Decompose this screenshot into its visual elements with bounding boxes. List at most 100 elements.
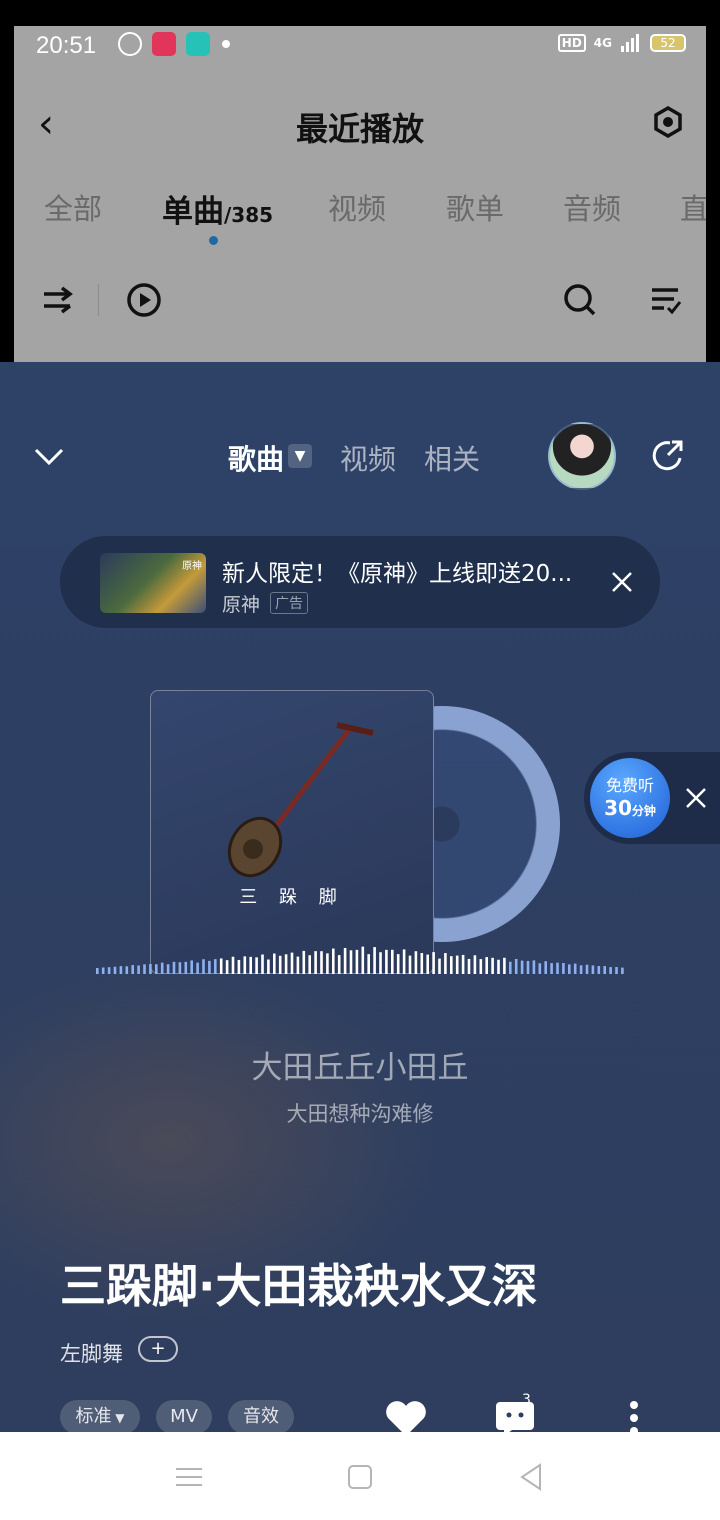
settings-icon[interactable] [652,106,684,138]
close-icon[interactable] [684,786,708,810]
lyric-current-line[interactable]: 大田丘丘小田丘 [0,1042,720,1087]
status-time: 20:51 [36,32,97,59]
battery-indicator: 52 [650,34,686,52]
caret-down-icon[interactable]: ▼ [288,444,312,468]
network-label: 4G [593,36,612,50]
waveform-bar [184,961,188,974]
waveform-bar [178,962,182,974]
waveform-bar [149,964,152,974]
mv-chip[interactable]: MV [156,1400,212,1432]
waveform-bar [96,968,99,974]
waveform-bar [314,951,317,974]
ad-title: 新人限定！《原神》上线即送20... [222,561,573,587]
waveform-bar [485,957,488,974]
page-title: 最近播放 [295,110,424,148]
more-options-icon[interactable] [628,1400,640,1432]
waveform-bar [361,946,365,974]
waveform-bar [131,965,134,974]
lyric-next-line[interactable]: 大田想种沟难修 [0,1098,720,1128]
waveform-bar [278,955,282,974]
heart-icon[interactable] [384,1398,428,1432]
free-listen-minutes: 30 [604,796,632,820]
waveform-bar [514,958,518,974]
waveform-bar [585,964,589,974]
waveform-bar [455,955,459,974]
ad-thumbnail: 原神 [100,553,206,613]
chevron-down-icon[interactable] [32,440,66,474]
waveform-bar [367,954,370,974]
player-sheet: 歌曲 ▼ 视频 相关 原神 新人限定！《原神》上线即送20... 原神 广告 三… [0,362,720,1432]
waveform-bar [155,964,158,974]
ad-banner[interactable]: 原神 新人限定！《原神》上线即送20... 原神 广告 [60,536,660,628]
waveform-bar [621,967,624,974]
waveform-bar [332,948,335,974]
waveform-bar [408,955,412,974]
waveform-bar [520,960,524,974]
waveform-bar [568,964,571,974]
sanxian-instrument-icon [227,722,374,878]
toolbar-divider [98,284,99,316]
waveform-bar [137,965,140,974]
menu-icon[interactable] [174,1462,204,1492]
waveform-bar [231,956,235,974]
tab-audio[interactable]: 音频 [563,186,621,228]
share-icon[interactable] [650,438,686,474]
waveform-bar [379,952,382,974]
waveform-bar [538,963,542,974]
waveform-bar [562,962,565,974]
waveform-bar [355,949,359,974]
recent-toolbar [14,282,706,332]
player-tab-related[interactable]: 相关 [424,438,480,478]
close-icon[interactable] [610,570,634,594]
waveform-bar [420,953,424,974]
waveform-bar [491,957,494,974]
k-app-icon [118,32,142,56]
waveform-bar [461,954,465,974]
waveform-bar [615,967,618,974]
waveform-bar [290,952,294,974]
waveform-bar [391,949,394,974]
waveform-bar [320,951,323,974]
free-listen-promo[interactable]: 免费听 30分钟 [584,752,720,844]
home-icon[interactable] [345,1462,375,1492]
waveform-bar [337,955,341,974]
ad-label: 广告 [270,592,308,614]
waveform-bar [202,959,205,974]
waveform-bar [296,956,300,974]
caret-down-icon: ▼ [111,1411,125,1425]
shuffle-icon[interactable] [40,282,76,318]
tab-playlist[interactable]: 歌单 [446,186,504,228]
recent-plays-page: 20:51 HD 4G 52 ‹ 最近播放 全部 单曲/385 视频 歌单 音频… [14,26,706,362]
tab-singles[interactable]: 单曲/385 [162,186,273,231]
waveform-bar [497,959,500,974]
waveform-bar [284,954,288,974]
tab-video[interactable]: 视频 [328,186,386,228]
waveform-bar [219,958,223,974]
avatar[interactable] [548,422,616,490]
album-title: 三 跺 脚 [239,887,345,908]
signal-icon [621,34,639,52]
free-listen-duration: 30分钟 [590,796,670,820]
play-all-icon[interactable] [126,282,162,318]
player-tab-video[interactable]: 视频 [340,438,396,478]
sound-effect-chip[interactable]: 音效 [228,1400,294,1432]
waveform-bar [326,953,329,974]
follow-artist-button[interactable]: + [138,1336,178,1362]
quality-chip[interactable]: 标准 ▼ [60,1400,140,1432]
artist-name[interactable]: 左脚舞 [60,1338,123,1368]
manage-list-icon[interactable] [648,282,684,318]
player-tab-song[interactable]: 歌曲 [228,438,284,478]
waveform-bar [113,966,117,974]
tab-live[interactable]: 直 [680,186,706,228]
free-listen-badge[interactable]: 免费听 30分钟 [590,758,670,838]
back-triangle-icon[interactable] [516,1462,546,1492]
search-icon[interactable] [562,282,598,318]
album-cover[interactable]: 三 跺 脚 [150,690,434,974]
hd-badge: HD [557,34,586,52]
waveform-bar [432,952,435,974]
tab-singles-label: 单曲 [162,194,224,230]
waveform-bar [349,950,353,974]
waveform-bar [467,958,471,974]
tab-all[interactable]: 全部 [44,186,102,228]
waveform-bar [573,963,577,974]
